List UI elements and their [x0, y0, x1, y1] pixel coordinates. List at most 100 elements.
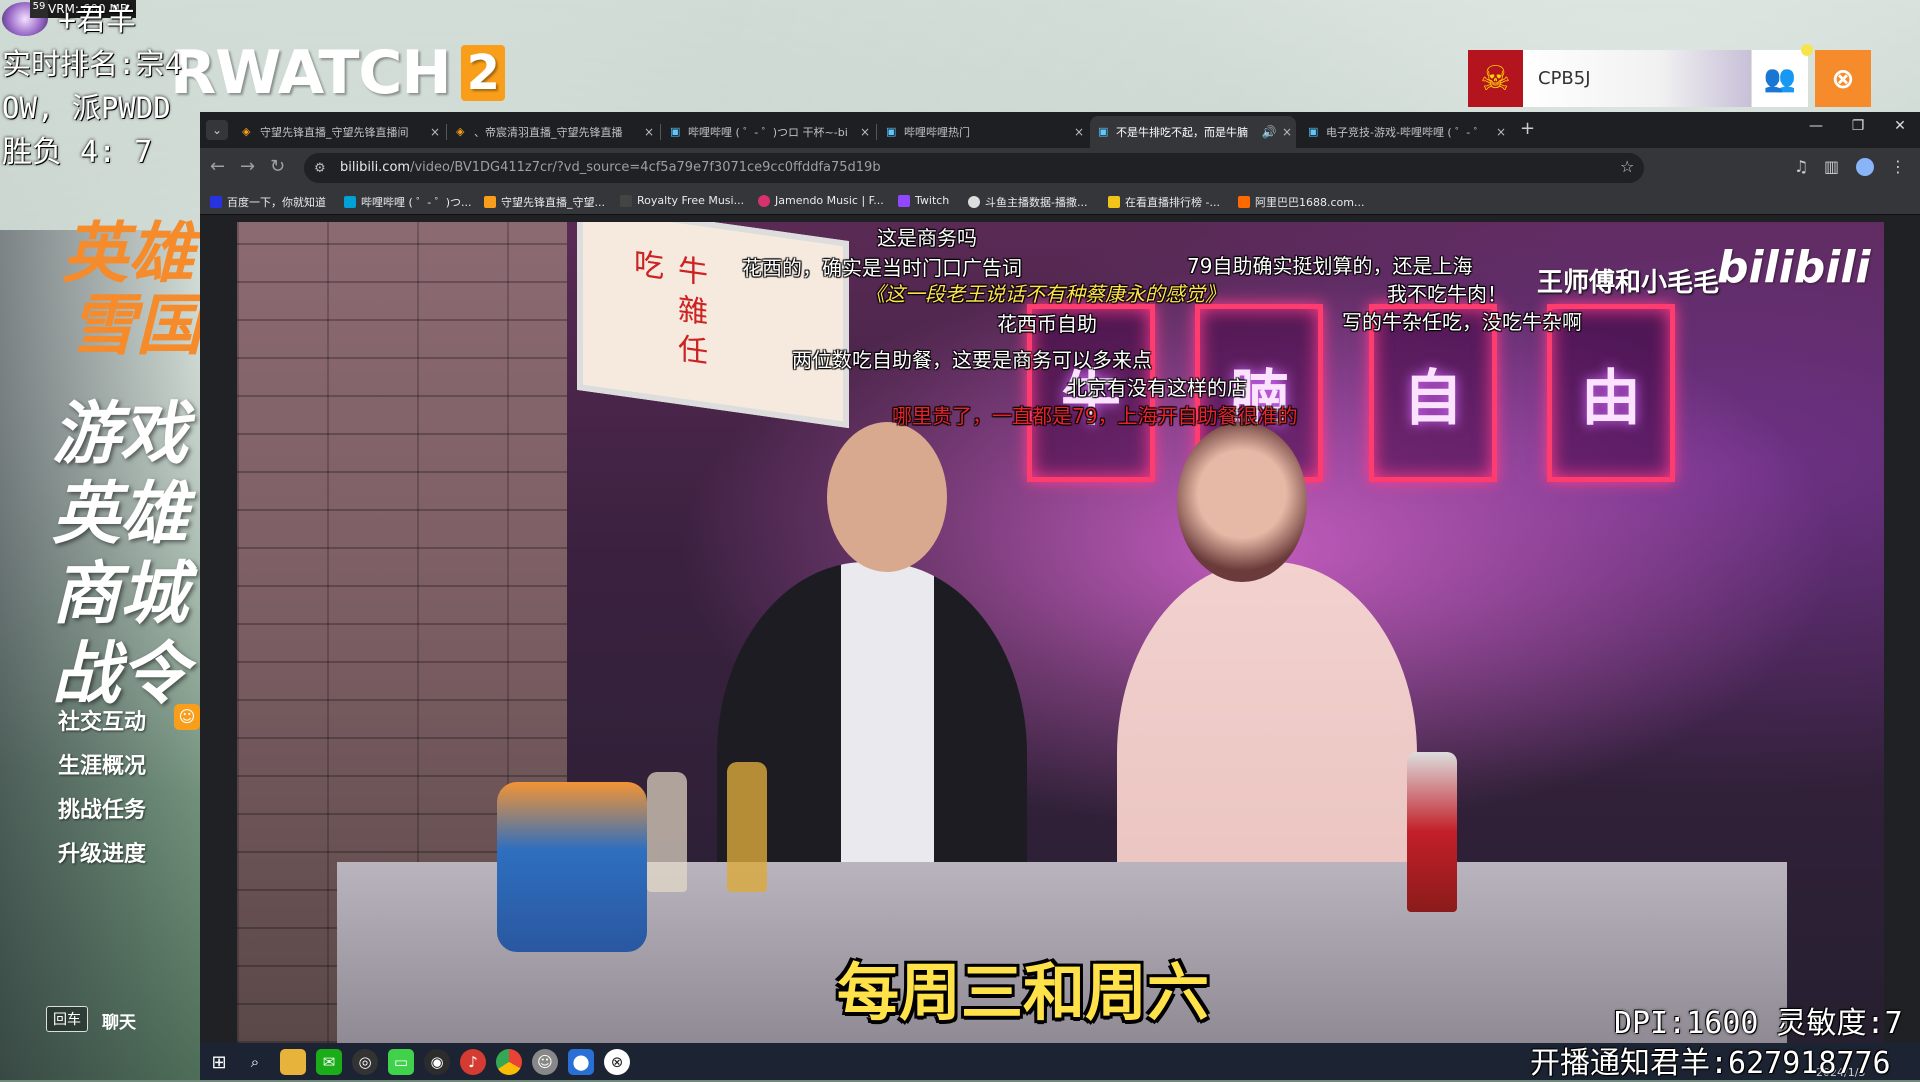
bilibili-favicon-icon: ▣ [670, 125, 681, 138]
app-icon[interactable]: ☺ [532, 1049, 558, 1075]
danmaku-comment: 这是商务吗 [877, 226, 977, 250]
twitch-icon [898, 194, 910, 207]
bookmark-live-rank[interactable]: 在看直播排行榜 -... [1108, 194, 1220, 210]
menu-battlepass[interactable]: 战令 [52, 618, 188, 717]
stream-notice: 开播通知君羊:627918776 [1530, 1046, 1891, 1081]
menu-progress[interactable]: 升级进度 [58, 836, 146, 868]
music-icon [620, 194, 632, 207]
forward-icon[interactable]: → [240, 158, 255, 176]
speaker-icon[interactable]: 🔊 [1260, 125, 1278, 139]
minimize-icon[interactable]: — [1804, 118, 1828, 134]
tab-bilibili-hot[interactable]: ▣ 哔哩哔哩热门 × [878, 116, 1088, 148]
streamer-name: +君羊 [58, 3, 137, 38]
player-avatar[interactable]: ☠ [1468, 50, 1523, 107]
danmaku-comment: 哪里贵了，一直都是79，上海开自助餐很准的 [892, 404, 1298, 428]
danmaku-comment: 《这一段老王说话不有种蔡康永的感觉》 [865, 282, 1225, 306]
danmaku-comment: 我不吃牛肉！ [1387, 282, 1507, 306]
bookmark-douyu[interactable]: 斗鱼主播数据-播撒... [968, 194, 1087, 210]
overwatch-logo: RWATCH 2 [170, 38, 506, 108]
browser-toolbar: ← → ↻ ⚙ bilibili.com/video/BV1DG411z7cr/… [200, 148, 1920, 188]
app-icon[interactable]: ⬤ [568, 1049, 594, 1075]
close-icon[interactable]: × [1492, 125, 1510, 139]
bottle [727, 762, 767, 892]
close-icon[interactable]: × [640, 125, 658, 139]
tab-esports[interactable]: ▣ 电子竞技-游戏-哔哩哔哩 ( ゜- ゜ × [1300, 116, 1510, 148]
tab-search-icon[interactable]: ⌄ [206, 120, 228, 140]
close-icon[interactable]: × [856, 125, 874, 139]
bookmark-1688[interactable]: 阿里巴巴1688.com... [1238, 194, 1364, 210]
bottle [647, 772, 687, 892]
new-tab-button[interactable]: + [1520, 120, 1535, 138]
menu-challenges[interactable]: 挑战任务 [58, 792, 146, 824]
social-group-icon[interactable]: 👥 [1752, 50, 1808, 107]
video-player[interactable]: 牛 雜 任 吃 牛 腩 自 由 这是商务吗 花西的，确实是当时门口广告词 79自… [237, 222, 1884, 1043]
window-close-icon[interactable]: ✕ [1888, 118, 1912, 134]
side-panel-icon[interactable]: ▥ [1824, 159, 1839, 175]
social-notification-icon[interactable]: ☺ [174, 704, 200, 730]
bookmark-baidu[interactable]: 百度一下，你就知道 [210, 194, 326, 210]
alibaba-icon [1238, 196, 1250, 208]
windows-start-icon[interactable]: ⊞ [206, 1049, 232, 1075]
server-text: OW, 派PWDD [2, 91, 171, 125]
player-name: CPB5J [1538, 68, 1591, 89]
sign-text: 牛 雜 任 吃 [628, 246, 707, 367]
douyu-icon [968, 196, 980, 208]
baidu-icon [210, 196, 222, 208]
tab-bar: ⌄ ◈ 守望先锋直播_守望先锋直播间 × ◈ 、帝宸清羽直播_守望先锋直播 × ▣ … [200, 112, 1920, 148]
jamendo-icon [758, 194, 770, 207]
tab-separator [660, 124, 661, 140]
more-menu-icon[interactable]: ⋮ [1890, 159, 1906, 175]
tab-bilibili-home[interactable]: ▣ 哔哩哔哩 ( ゜- ゜)つロ 干杯~-bi × [662, 116, 874, 148]
bookmark-jamendo[interactable]: Jamendo Music | F... [758, 194, 884, 207]
bilibili-favicon-icon: ▣ [1308, 125, 1319, 138]
close-icon[interactable]: × [1278, 125, 1296, 139]
ow-favicon-icon: ◈ [242, 125, 251, 138]
app-icon[interactable]: ▭ [388, 1049, 414, 1075]
chat-label[interactable]: 聊天 [102, 1008, 136, 1033]
hero-title-line2: 雪国 [70, 286, 202, 364]
bookmark-royalty-free[interactable]: Royalty Free Musi... [620, 194, 744, 207]
back-icon[interactable]: ← [210, 158, 225, 176]
file-explorer-icon[interactable] [280, 1049, 306, 1075]
bookmarks-bar: 百度一下，你就知道 哔哩哔哩 ( ゜- ゜)つ... 守望先锋直播_守望... … [200, 188, 1920, 215]
danmaku-comment: 写的牛杂任吃，没吃牛杂啊 [1342, 310, 1582, 334]
app-icon[interactable]: ◎ [352, 1049, 378, 1075]
danmaku-comment: 花西的，确实是当时门口广告词 [742, 256, 1022, 280]
site-info-icon[interactable]: ⚙ [314, 161, 326, 176]
ow-icon [484, 196, 496, 208]
menu-career[interactable]: 生涯概况 [58, 748, 146, 780]
chrome-icon[interactable] [496, 1049, 522, 1075]
tab-current-video[interactable]: ▣ 不是牛排吃不起，而是牛腩 🔊 × [1090, 116, 1296, 148]
profile-avatar[interactable] [1856, 158, 1874, 176]
cola-bottle [1407, 752, 1457, 912]
restore-icon[interactable]: ❐ [1846, 118, 1870, 134]
dpi-sensitivity: DPI:1600 灵敏度:7 [1614, 1006, 1903, 1041]
danmaku-comment: 北京有没有这样的店 [1067, 376, 1247, 400]
url-text[interactable]: bilibili.com/video/BV1DG411z7cr/?vd_sour… [340, 160, 881, 175]
media-control-icon[interactable]: ♫ [1794, 159, 1808, 175]
ow-favicon-icon: ◈ [456, 125, 465, 138]
bookmark-star-icon[interactable]: ☆ [1620, 159, 1634, 175]
close-icon[interactable]: × [1070, 125, 1088, 139]
orange-bin [497, 782, 647, 952]
wechat-icon[interactable]: ✉ [316, 1049, 342, 1075]
menu-social[interactable]: 社交互动 [58, 704, 146, 736]
reload-icon[interactable]: ↻ [270, 158, 285, 176]
bookmark-ow-live[interactable]: 守望先锋直播_守望... [484, 194, 605, 210]
enter-key-hint: 回车 [46, 1006, 88, 1032]
overwatch-taskbar-icon[interactable]: ⊗ [604, 1049, 630, 1075]
danmaku-comment: 花西币自助 [997, 312, 1097, 336]
bookmark-bilibili[interactable]: 哔哩哔哩 ( ゜- ゜)つ... [344, 194, 472, 210]
bookmark-twitch[interactable]: Twitch [898, 194, 949, 207]
tab-ow-live-1[interactable]: ◈ 守望先锋直播_守望先锋直播间 × [234, 116, 444, 148]
overwatch-icon[interactable]: ⊗ [1815, 50, 1871, 107]
search-icon[interactable]: ⌕ [242, 1049, 268, 1075]
tab-ow-live-2[interactable]: ◈ 、帝宸清羽直播_守望先锋直播 × [448, 116, 658, 148]
app-icon[interactable]: ◉ [424, 1049, 450, 1075]
netease-music-icon[interactable]: ♪ [460, 1049, 486, 1075]
close-icon[interactable]: × [426, 125, 444, 139]
video-caption: 每周三和周六 [837, 956, 1210, 1029]
bilibili-logo: bilibili [1717, 242, 1871, 293]
danmaku-comment: 两位数吃自助餐，这要是商务可以多来点 [792, 348, 1152, 372]
uploader-watermark: 王师傅和小毛毛 [1537, 268, 1720, 298]
